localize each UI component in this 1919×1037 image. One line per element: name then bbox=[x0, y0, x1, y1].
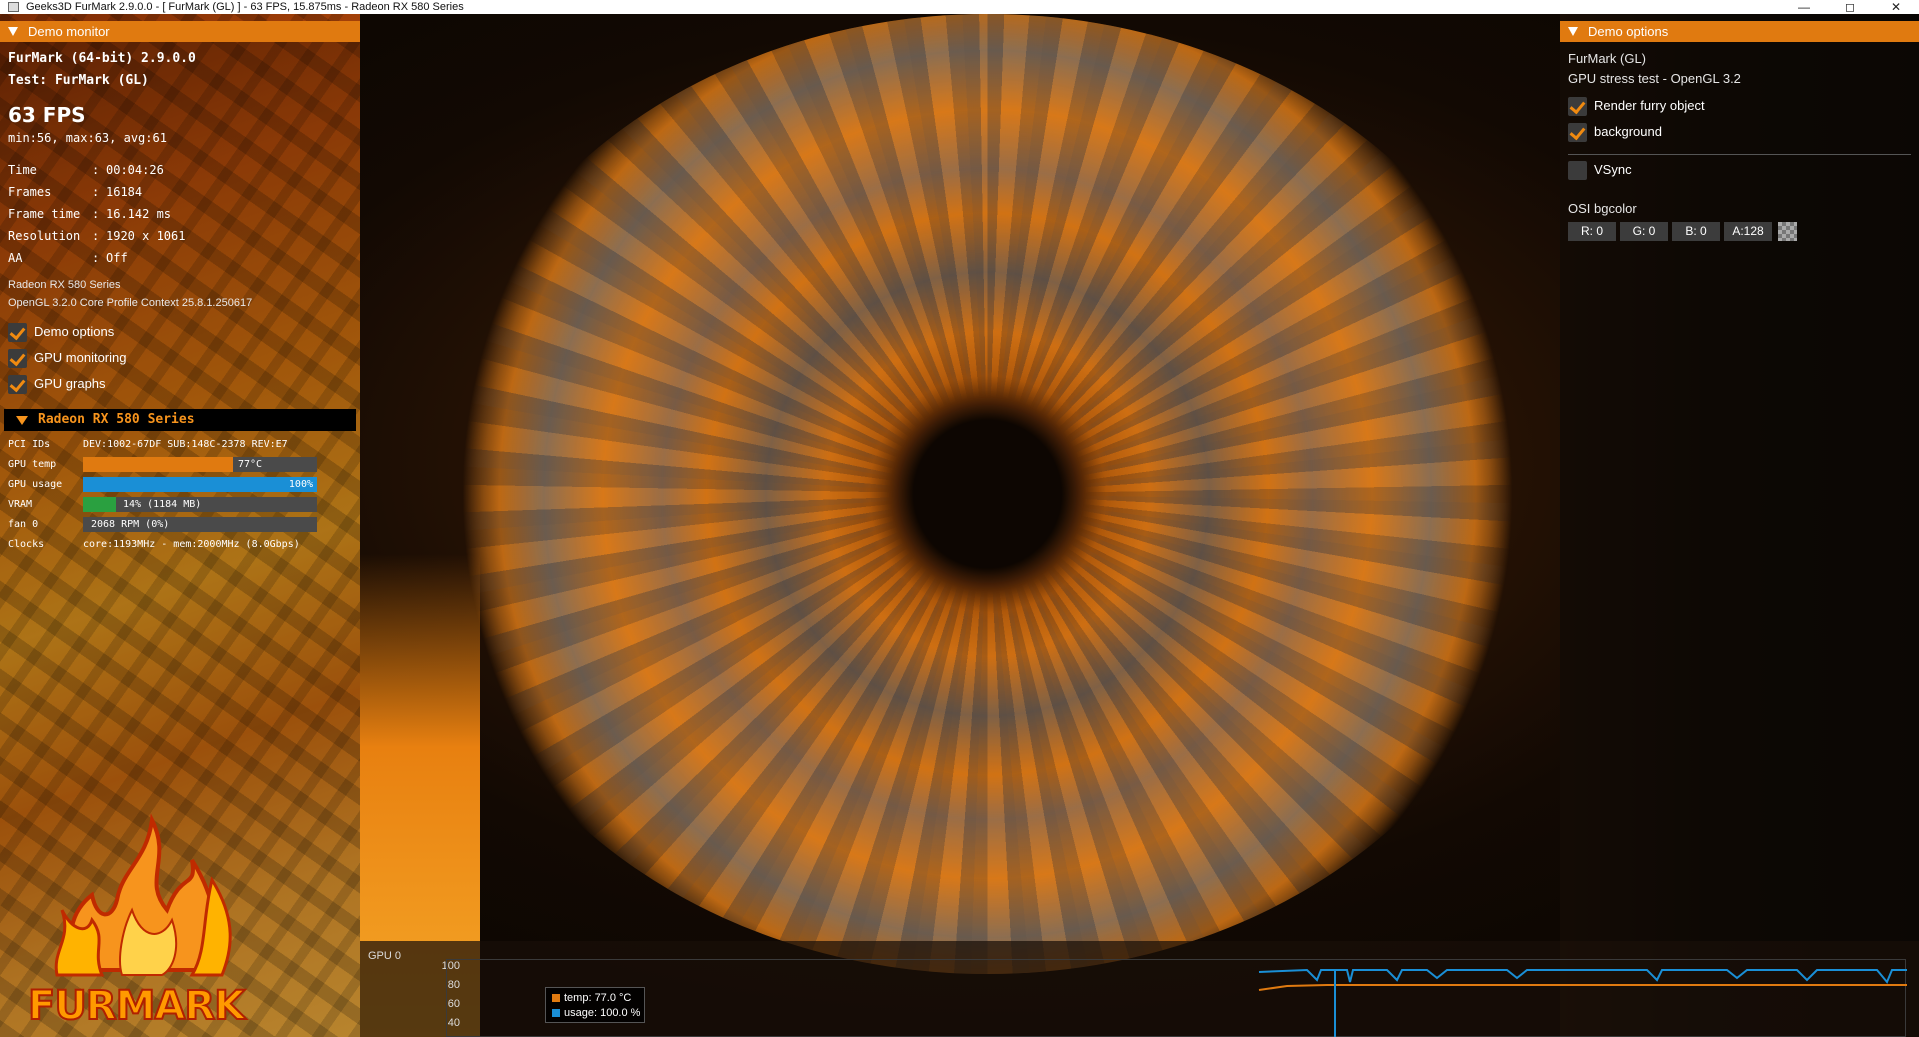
title-bar: Geeks3D FurMark 2.9.0.0 - [ FurMark (GL)… bbox=[0, 0, 1919, 14]
demo-monitor-title: Demo monitor bbox=[28, 24, 110, 39]
clocks-value: core:1193MHz - mem:2000MHz (8.0Gbps) bbox=[83, 539, 300, 550]
demo-options-panel: Demo options FurMark (GL) GPU stress tes… bbox=[1560, 21, 1919, 941]
stat-frame-time: Frame time : 16.142 ms bbox=[8, 207, 172, 221]
checkbox-label: VSync bbox=[1594, 162, 1632, 177]
gpu-name: Radeon RX 580 Series bbox=[8, 279, 121, 291]
stat-time: Time : 00:04:26 bbox=[8, 163, 164, 177]
vram-label: VRAM bbox=[8, 499, 33, 510]
demo-monitor-header[interactable]: Demo monitor bbox=[0, 21, 360, 42]
checkbox-label: GPU monitoring bbox=[34, 350, 127, 365]
stat-value: 1920 x 1061 bbox=[106, 229, 186, 243]
legend-label: temp: 77.0 °C bbox=[564, 992, 632, 1004]
stat-value: 16184 bbox=[106, 185, 143, 199]
checkbox-checked-icon[interactable] bbox=[8, 375, 27, 394]
usage-series-line bbox=[1258, 968, 1907, 984]
test-name: Test: FurMark (GL) bbox=[8, 73, 149, 88]
window-title: Geeks3D FurMark 2.9.0.0 - [ FurMark (GL)… bbox=[26, 1, 464, 13]
graph-legend: temp: 77.0 °C usage: 100.0 % bbox=[545, 987, 645, 1023]
legend-usage: usage: 100.0 % bbox=[552, 1006, 640, 1020]
stat-label: Resolution bbox=[8, 229, 81, 243]
vram-fill bbox=[83, 497, 116, 512]
stat-value: Off bbox=[106, 251, 128, 265]
graph-title: GPU 0 bbox=[368, 950, 402, 962]
minimize-button[interactable]: — bbox=[1781, 0, 1827, 14]
graph-lines bbox=[1258, 968, 1907, 1037]
stat-frames: Frames : 16184 bbox=[8, 185, 143, 199]
fan-value: 2068 RPM (0%) bbox=[91, 519, 170, 530]
fan-bar: 2068 RPM (0%) bbox=[83, 517, 317, 532]
fan-label: fan 0 bbox=[8, 519, 39, 530]
collapse-arrow-icon bbox=[16, 416, 28, 425]
gpu-temp-label: GPU temp bbox=[8, 459, 57, 470]
clocks-label: Clocks bbox=[8, 539, 45, 550]
gpu-temp-bar: 77°C bbox=[83, 457, 317, 472]
stat-label: Frame time bbox=[8, 207, 81, 221]
checkbox-label: Demo options bbox=[34, 324, 115, 339]
checkbox-checked-icon[interactable] bbox=[8, 323, 27, 342]
gpu-section-header[interactable]: Radeon RX 580 Series bbox=[4, 409, 356, 431]
stat-label: Frames bbox=[8, 185, 52, 199]
osi-bgcolor-label: OSI bgcolor bbox=[1568, 201, 1637, 216]
checkbox-checked-icon[interactable] bbox=[1568, 123, 1587, 142]
gpu-usage-label: GPU usage bbox=[8, 479, 63, 490]
demo-description: GPU stress test - OpenGL 3.2 bbox=[1568, 71, 1741, 86]
legend-swatch-icon bbox=[552, 1009, 560, 1017]
pci-label: PCI IDs bbox=[8, 439, 51, 450]
pci-value: DEV:1002-67DF SUB:148C-2378 REV:E7 bbox=[83, 439, 288, 450]
separator bbox=[1568, 154, 1911, 155]
collapse-arrow-icon bbox=[1568, 27, 1578, 36]
graph-plot-area: temp: 77.0 °C usage: 100.0 % bbox=[446, 959, 1907, 1037]
close-button[interactable]: ✕ bbox=[1873, 0, 1919, 14]
osi-r-input[interactable]: R: 0 bbox=[1568, 222, 1616, 241]
furmark-logo-text: FURMARK bbox=[27, 982, 246, 1030]
demo-name: FurMark (GL) bbox=[1568, 51, 1646, 66]
stat-value: 00:04:26 bbox=[106, 163, 164, 177]
collapse-arrow-icon bbox=[8, 27, 18, 36]
stat-label: Time bbox=[8, 163, 37, 177]
stat-aa: AA : Off bbox=[8, 251, 128, 265]
legend-label: usage: 100.0 % bbox=[564, 1007, 641, 1019]
stat-label: AA bbox=[8, 251, 23, 265]
vram-value: 14% (1184 MB) bbox=[123, 499, 202, 510]
gpu-temp-fill bbox=[83, 457, 233, 472]
color-swatch-icon[interactable] bbox=[1778, 222, 1797, 241]
gpu-graph-panel: GPU 0 100 80 60 40 temp: 77.0 °C usage: … bbox=[360, 941, 1919, 1037]
maximize-button[interactable]: ◻ bbox=[1827, 0, 1873, 14]
gpu-usage-bar: 100% bbox=[83, 477, 317, 492]
gpu-usage-fill bbox=[83, 477, 317, 492]
checkbox-label: GPU graphs bbox=[34, 376, 106, 391]
demo-options-header[interactable]: Demo options bbox=[1560, 21, 1919, 42]
demo-options-title: Demo options bbox=[1588, 24, 1669, 39]
osi-b-input[interactable]: B: 0 bbox=[1672, 222, 1720, 241]
gl-context: OpenGL 3.2.0 Core Profile Context 25.8.1… bbox=[8, 297, 253, 309]
legend-swatch-icon bbox=[552, 994, 560, 1002]
osi-g-input[interactable]: G: 0 bbox=[1620, 222, 1668, 241]
gpu-section-title: Radeon RX 580 Series bbox=[38, 412, 195, 427]
checkbox-unchecked-icon[interactable] bbox=[1568, 161, 1587, 180]
checkbox-label: Render furry object bbox=[1594, 98, 1705, 113]
checkbox-checked-icon[interactable] bbox=[8, 349, 27, 368]
stat-resolution: Resolution : 1920 x 1061 bbox=[8, 229, 186, 243]
fps-value: 63 FPS bbox=[8, 103, 86, 127]
checkbox-checked-icon[interactable] bbox=[1568, 97, 1587, 116]
stat-value: 16.142 ms bbox=[106, 207, 172, 221]
checkbox-label: background bbox=[1594, 124, 1662, 139]
legend-temp: temp: 77.0 °C bbox=[552, 991, 631, 1005]
gpu-temp-value: 77°C bbox=[238, 459, 263, 470]
fur-texture-overlay bbox=[425, 14, 1550, 974]
osi-a-input[interactable]: A:128 bbox=[1724, 222, 1772, 241]
temp-series-line bbox=[1258, 984, 1907, 991]
fps-stats: min:56, max:63, avg:61 bbox=[8, 131, 167, 145]
app-icon bbox=[8, 2, 19, 12]
vram-bar: 14% (1184 MB) bbox=[83, 497, 317, 512]
gpu-usage-value: 100% bbox=[288, 479, 313, 490]
app-name: FurMark (64-bit) 2.9.0.0 bbox=[8, 51, 196, 66]
